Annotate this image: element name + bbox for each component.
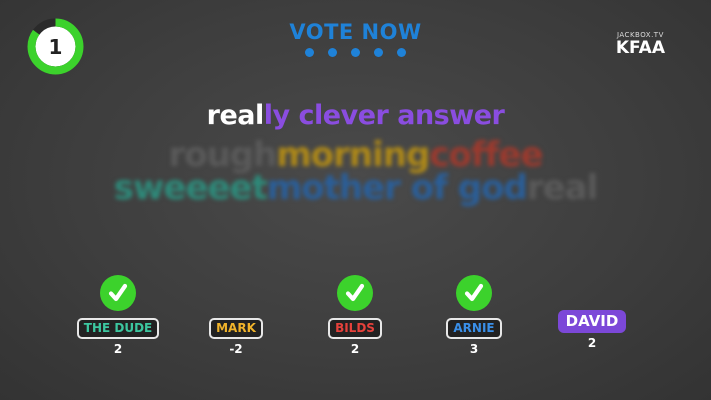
- checkmark-icon: [456, 275, 492, 311]
- cloud-word: mother of god: [266, 168, 528, 208]
- checkmark-icon: [100, 275, 136, 311]
- cloud-word: real: [526, 168, 598, 208]
- progress-dot: [305, 48, 314, 57]
- word-cloud-row-2: sweeeetmother of godreal: [0, 168, 711, 208]
- player-name: THE DUDE: [76, 318, 160, 339]
- progress-dots: [0, 48, 711, 57]
- room-code: KFAA: [615, 38, 665, 58]
- progress-dot: [351, 48, 360, 57]
- player-name: ARNIE: [446, 318, 502, 339]
- player-score: 2: [350, 342, 360, 356]
- player-score: 3: [469, 342, 479, 356]
- progress-dot: [328, 48, 337, 57]
- player-card: DAVID 2: [537, 270, 647, 350]
- answer-prefix: real: [206, 100, 265, 131]
- player-name: MARK: [209, 318, 263, 339]
- player-card: BILDS 2: [300, 270, 410, 356]
- player-card: ARNIE 3: [419, 270, 529, 356]
- player-name: DAVID: [557, 310, 627, 333]
- player-score: -2: [229, 342, 243, 356]
- player-name: BILDS: [328, 318, 382, 339]
- room-info: JACKBOX.TV KFAA: [616, 31, 665, 58]
- progress-dot: [397, 48, 406, 57]
- player-score: 2: [587, 336, 597, 350]
- answer-rest: ly clever answer: [263, 100, 505, 131]
- player-roster: THE DUDE 2 MARK -2 BILDS 2 ARNIE 3 DAVID 2: [0, 270, 711, 370]
- progress-dot: [374, 48, 383, 57]
- answer-text: really clever answer: [0, 100, 711, 131]
- checkmark-icon: [337, 275, 373, 311]
- vote-now-title: VOTE NOW: [289, 20, 422, 44]
- player-score: 2: [113, 342, 123, 356]
- player-card: THE DUDE 2: [63, 270, 173, 356]
- player-card: MARK -2: [181, 270, 291, 356]
- cloud-word: sweeeet: [113, 168, 268, 208]
